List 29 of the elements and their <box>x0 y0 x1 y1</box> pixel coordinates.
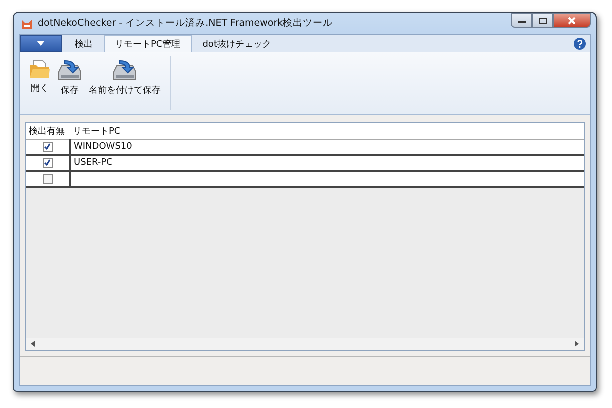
checkbox[interactable] <box>42 142 52 152</box>
window-title: dotNekoChecker - インストール済み.NET Framework検出ツール <box>38 17 334 30</box>
ribbon-button[interactable]: 名前を付けて保存 <box>86 60 164 97</box>
tab[interactable]: 検出 <box>64 35 104 52</box>
scroll-right-icon[interactable] <box>575 341 579 347</box>
maximize-button[interactable] <box>532 13 553 28</box>
drive-download-icon <box>112 60 138 82</box>
cat-icon <box>21 18 33 30</box>
tab[interactable]: リモートPC管理 <box>104 35 192 52</box>
tab[interactable]: dot抜けチェック <box>192 35 282 52</box>
application-menu-button[interactable] <box>20 35 62 52</box>
scroll-left-icon[interactable] <box>31 341 35 347</box>
minimize-button[interactable] <box>511 13 532 28</box>
table-cell: USER-PC <box>70 155 584 171</box>
close-button[interactable] <box>553 13 591 28</box>
folder-icon <box>29 60 51 80</box>
ribbon-button[interactable]: 開く <box>26 60 54 95</box>
caret-icon <box>37 41 45 46</box>
drive-download-icon <box>57 60 83 82</box>
column-header: リモートPC <box>70 123 584 140</box>
ribbon-button[interactable]: 保存 <box>54 60 86 97</box>
table-cell: WINDOWS10 <box>70 140 584 155</box>
close-icon <box>567 16 577 24</box>
column-header: 検出有無 <box>26 123 70 140</box>
checkbox[interactable] <box>42 158 52 168</box>
maximize-icon <box>538 16 548 24</box>
horizontal-scrollbar[interactable] <box>26 338 584 350</box>
help-icon[interactable] <box>574 38 586 50</box>
checkbox[interactable] <box>42 174 52 184</box>
